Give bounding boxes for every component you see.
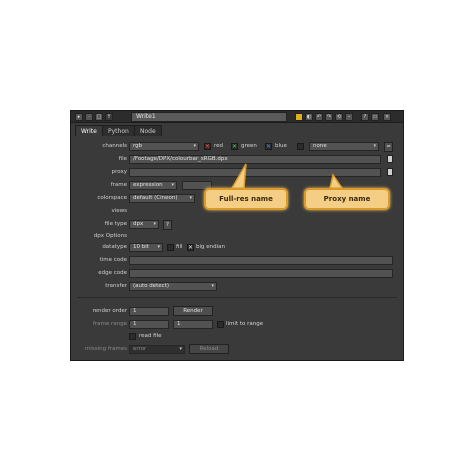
full-res-name-callout: Full-res name <box>204 188 288 210</box>
proxy-callout-arrow <box>329 173 344 189</box>
callout-arrows <box>230 163 344 189</box>
proxy-name-callout: Proxy name <box>304 188 390 210</box>
full-res-callout-arrow <box>230 163 247 189</box>
